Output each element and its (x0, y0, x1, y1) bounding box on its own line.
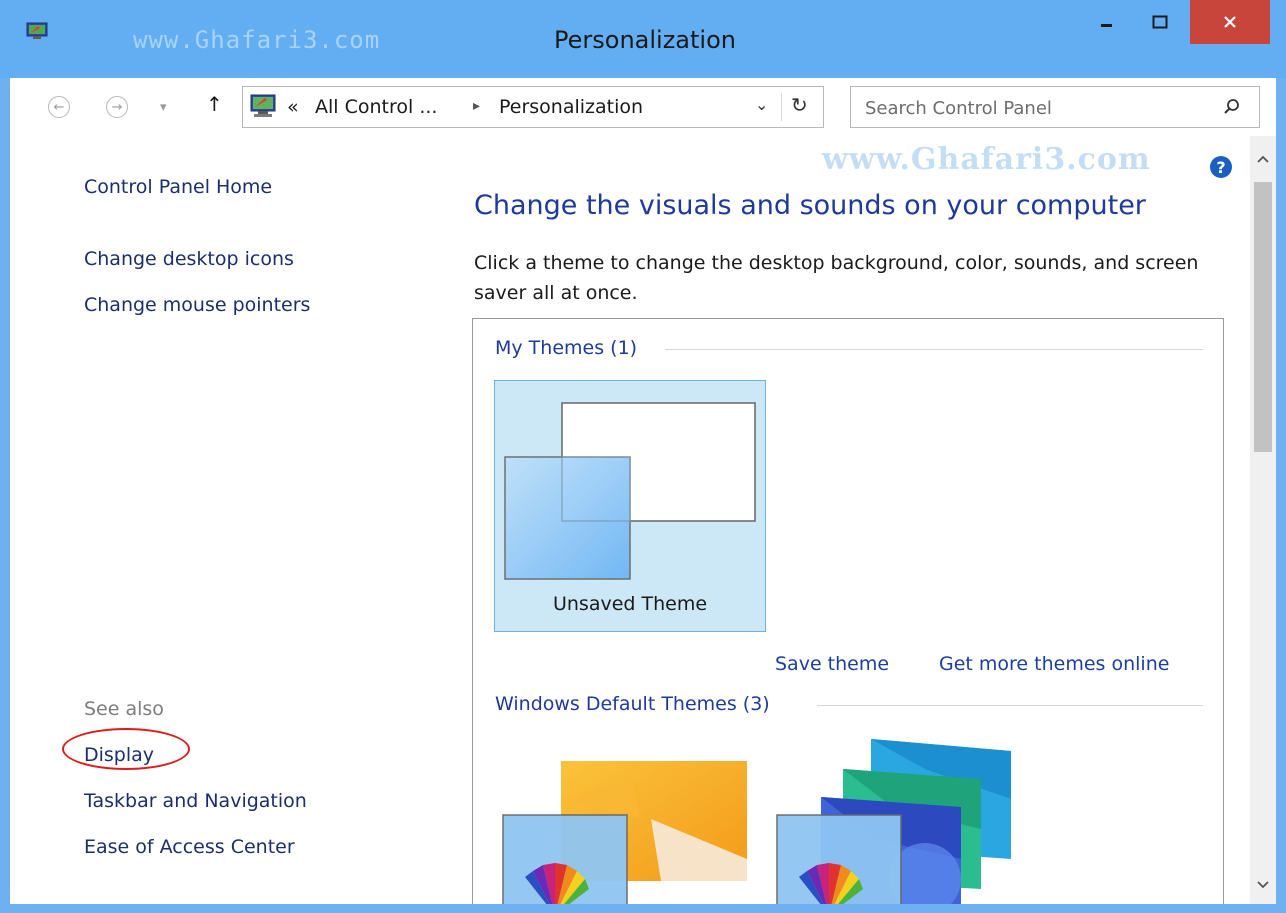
minimize-icon (1101, 24, 1112, 27)
personalization-window: www.Ghafari3.com Personalization ← → ▾ ↑… (0, 0, 1286, 913)
save-theme-link[interactable]: Save theme (775, 653, 889, 675)
refresh-button[interactable]: ↻ (791, 93, 808, 117)
recent-locations-button[interactable]: ▾ (160, 96, 174, 116)
windows-default-themes-group-title: Windows Default Themes (3) (495, 693, 770, 715)
theme-tile-lines-and-colors[interactable] (775, 739, 1035, 904)
title-watermark: www.Ghafari3.com (133, 26, 381, 54)
address-bar[interactable]: « All Control ... ▸ Personalization ⌄ ↻ (242, 86, 824, 128)
breadcrumb-overflow[interactable]: « (287, 96, 299, 118)
maximize-button[interactable] (1138, 0, 1182, 44)
search-icon[interactable] (1223, 98, 1241, 116)
page-heading: Change the visuals and sounds on your co… (474, 190, 1146, 221)
ease-of-access-center-link[interactable]: Ease of Access Center (84, 836, 295, 858)
taskbar-and-navigation-link[interactable]: Taskbar and Navigation (84, 790, 307, 812)
theme-preview-image (504, 402, 756, 580)
back-arrow-icon: ← (53, 99, 65, 115)
color-palette-icon (799, 863, 863, 904)
chevron-down-icon: ⌄ (755, 95, 769, 114)
minimize-button[interactable] (1085, 0, 1129, 44)
content-watermark: www.Ghafari3.com (822, 142, 1151, 177)
control-panel-icon (250, 94, 276, 117)
address-dropdown-button[interactable]: ⌄ (755, 95, 768, 114)
control-panel-home-link[interactable]: Control Panel Home (84, 176, 272, 198)
scroll-down-icon[interactable] (1256, 880, 1270, 890)
my-themes-group-title: My Themes (1) (495, 337, 638, 359)
control-panel-icon[interactable] (26, 22, 48, 40)
theme-name-label: Unsaved Theme (552, 593, 708, 615)
help-icon[interactable]: ? (1210, 156, 1232, 178)
change-mouse-pointers-link[interactable]: Change mouse pointers (84, 294, 310, 316)
close-button[interactable] (1190, 0, 1270, 44)
chevron-down-icon: ▾ (160, 100, 167, 115)
title-bar[interactable]: www.Ghafari3.com Personalization (0, 0, 1286, 78)
get-more-themes-online-link[interactable]: Get more themes online (939, 653, 1169, 675)
forward-arrow-icon: → (111, 99, 123, 115)
breadcrumb-personalization[interactable]: Personalization (499, 96, 643, 118)
page-description: Click a theme to change the desktop back… (474, 252, 1199, 304)
display-link[interactable]: Display (84, 744, 154, 766)
breadcrumb-arrow-icon[interactable]: ▸ (473, 98, 480, 114)
content-area: Control Panel Home Change desktop icons … (10, 136, 1276, 904)
see-also-heading: See also (84, 698, 164, 720)
up-button[interactable]: ↑ (206, 92, 226, 120)
close-icon (1224, 16, 1236, 28)
color-palette-icon (525, 863, 589, 904)
scroll-up-icon[interactable] (1256, 154, 1270, 164)
maximize-icon (1152, 15, 1168, 29)
refresh-icon: ↻ (791, 93, 808, 117)
back-button[interactable]: ← (48, 96, 70, 118)
theme-tile-unsaved[interactable]: Unsaved Theme (494, 380, 766, 632)
navigation-bar: ← → ▾ ↑ « All Control ... ▸ Personalizat… (10, 78, 1276, 136)
group-divider (817, 705, 1203, 706)
themes-panel: My Themes (1) Unsaved Theme Save theme G… (472, 318, 1224, 904)
change-desktop-icons-link[interactable]: Change desktop icons (84, 248, 294, 270)
forward-button[interactable]: → (106, 96, 128, 118)
scroll-thumb[interactable] (1254, 182, 1272, 452)
search-box[interactable] (850, 86, 1260, 128)
window-title: Personalization (554, 26, 736, 54)
group-divider (665, 349, 1203, 350)
breadcrumb-all-control-panel[interactable]: All Control ... (315, 96, 437, 118)
vertical-scrollbar[interactable] (1250, 136, 1276, 904)
address-divider (781, 93, 782, 121)
theme-tile-windows[interactable] (501, 739, 761, 904)
search-input[interactable] (863, 93, 1207, 123)
up-arrow-icon: ↑ (206, 92, 223, 116)
